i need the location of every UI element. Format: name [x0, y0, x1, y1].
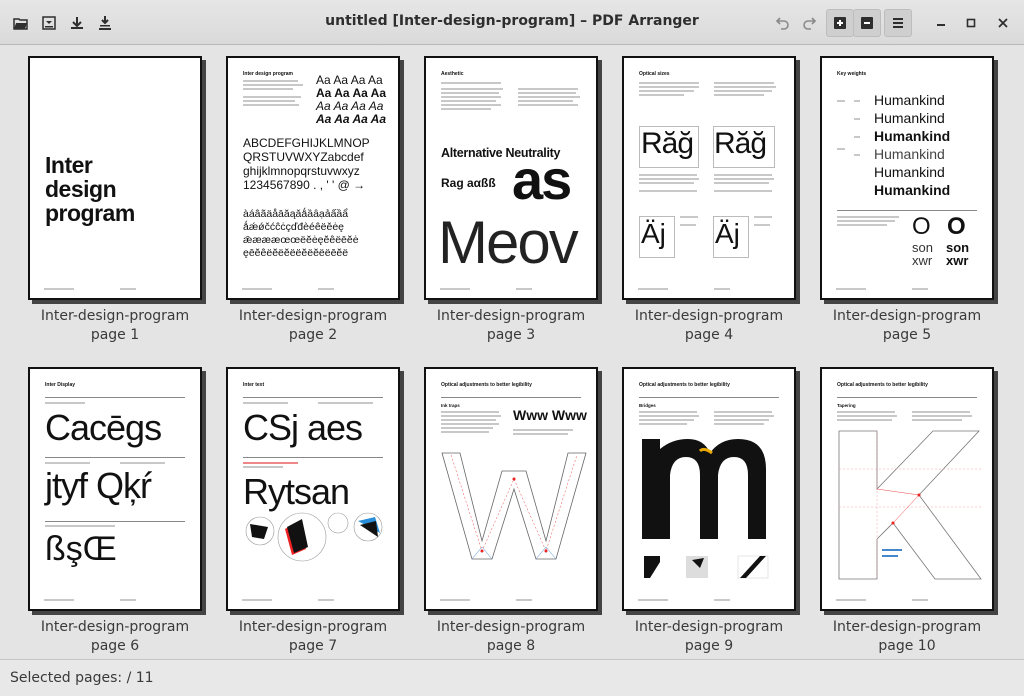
bridge-detail-illustration: [644, 555, 769, 579]
page-caption: page 10: [878, 638, 936, 654]
page-heading: Key weights: [837, 71, 867, 77]
alphabet-sample: ABCDEFGHIJKLMNOP QRSTUVWXYZabcdef ghijkl…: [243, 136, 370, 192]
letter-w-diagram: [441, 452, 587, 560]
status-label: Selected pages:: [10, 670, 123, 686]
page-name: Inter-design-program: [40, 308, 190, 324]
page-name: Inter-design-program: [832, 308, 982, 324]
page-caption: page 6: [90, 638, 140, 654]
page-caption: page 9: [684, 638, 734, 654]
page-thumbnail[interactable]: Optical adjustments to better legibility…: [424, 367, 598, 611]
page-caption: page 8: [486, 638, 536, 654]
selected-pages-status: Selected pages: / 11: [10, 670, 154, 686]
page-caption: page 4: [684, 327, 734, 343]
page-thumbnail[interactable]: Aesthetic Alternative Neutrality Rag aαß…: [424, 56, 598, 300]
page-caption: page 7: [288, 638, 338, 654]
page-name: Inter-design-program: [238, 619, 388, 635]
page-thumbnail[interactable]: Inter Display Cacēgs jtyf Qķŕ ßşŒ: [28, 367, 202, 611]
page-heading: Inter text: [243, 382, 265, 388]
page-name: Inter-design-program: [634, 619, 784, 635]
letter-k-diagram: [838, 430, 983, 580]
page-title-text: Inter design program: [45, 152, 135, 226]
header-bar: untitled [Inter-design-program] – PDF Ar…: [0, 0, 1024, 45]
export-selection-icon[interactable]: [91, 9, 119, 37]
zoom-in-icon[interactable]: [826, 9, 854, 37]
page-thumbnail[interactable]: Inter text CSj aes Rytsan: [226, 367, 400, 611]
page-grid: Inter design program Inter-design-progra…: [0, 45, 1024, 659]
status-value: / 11: [122, 670, 154, 686]
page-heading: Optical adjustments to better legibility: [441, 382, 532, 388]
page-thumbnail[interactable]: Optical adjustments to better legibility…: [820, 367, 994, 611]
page-name: Inter-design-program: [40, 619, 190, 635]
page-thumbnail[interactable]: Inter design program: [28, 56, 202, 300]
page-heading: Optical sizes: [639, 71, 670, 77]
page-thumbnail[interactable]: Key weights Humankind Humankind Humankin…: [820, 56, 994, 300]
page-heading: Inter design program: [243, 71, 294, 77]
close-icon[interactable]: [989, 9, 1017, 37]
page-caption: page 5: [882, 327, 932, 343]
maximize-icon[interactable]: [957, 9, 985, 37]
page-heading: Inter Display: [45, 382, 76, 388]
page-thumbnail[interactable]: Inter design program Aa Aa Aa Aa Aa Aa A…: [226, 56, 400, 300]
undo-icon[interactable]: [769, 9, 797, 37]
page-thumbnail[interactable]: Optical adjustments to better legibility…: [622, 367, 796, 611]
page-name: Inter-design-program: [634, 308, 784, 324]
page-name: Inter-design-program: [436, 619, 586, 635]
accent-sample: àáâãäåāăąǎǻȁȃạảấầẩ ǻǽǿčćĉċçďđèéêëěėę ǣææ…: [243, 208, 359, 259]
page-name: Inter-design-program: [832, 619, 982, 635]
page-caption: page 3: [486, 327, 536, 343]
page-thumbnail[interactable]: Optical sizes Răğ Răğ Äj Äj: [622, 56, 796, 300]
page-heading: Optical adjustments to better legibility: [837, 382, 928, 388]
open-icon[interactable]: [7, 9, 35, 37]
page-name: Inter-design-program: [238, 308, 388, 324]
zoom-out-icon[interactable]: [853, 9, 881, 37]
export-icon[interactable]: [63, 9, 91, 37]
page-heading: Optical adjustments to better legibility: [639, 382, 730, 388]
minimize-icon[interactable]: [927, 9, 955, 37]
redo-icon[interactable]: [795, 9, 823, 37]
page-name: Inter-design-program: [436, 308, 586, 324]
page-heading: Aesthetic: [441, 71, 464, 77]
save-icon[interactable]: [35, 9, 63, 37]
page-caption: page 2: [288, 327, 338, 343]
menu-icon[interactable]: [884, 9, 912, 37]
zoom-detail-illustration: [245, 512, 383, 562]
letter-m-diagram: [642, 439, 766, 539]
page-caption: page 1: [90, 327, 140, 343]
status-bar: Selected pages: / 11: [0, 659, 1024, 696]
